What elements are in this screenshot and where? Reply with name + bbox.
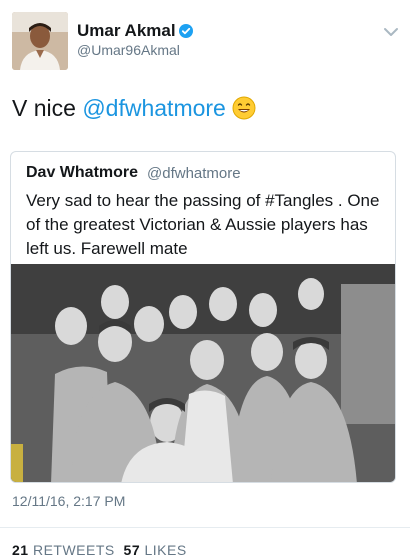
avatar-image <box>12 12 68 70</box>
quoted-tweet-text: Very sad to hear the passing of #Tangles… <box>26 191 380 258</box>
verified-badge-icon <box>179 24 193 38</box>
likes-label[interactable]: LIKES <box>145 542 187 558</box>
team-photo-image[interactable] <box>11 264 395 483</box>
author-avatar[interactable] <box>12 12 68 70</box>
tweet-text-prefix: V nice <box>12 95 83 121</box>
tweet-text: V nice @dfwhatmore <box>12 95 256 122</box>
author-name[interactable]: Umar Akmal <box>77 21 176 41</box>
tweet-stats: 21 RETWEETS 57 LIKES <box>12 542 187 558</box>
author-handle[interactable]: @Umar96Akmal <box>77 42 180 58</box>
likes-count[interactable]: 57 <box>124 542 141 558</box>
quoted-author-name[interactable]: Dav Whatmore <box>26 164 138 182</box>
retweets-count[interactable]: 21 <box>12 542 29 558</box>
chevron-down-icon[interactable] <box>382 26 400 38</box>
mention-link[interactable]: @dfwhatmore <box>82 95 226 121</box>
quoted-tweet-card[interactable]: Dav Whatmore @dfwhatmore Very sad to hea… <box>10 151 396 483</box>
smiling-face-emoji-icon <box>232 96 256 120</box>
tweet-timestamp[interactable]: 12/11/16, 2:17 PM <box>12 493 125 509</box>
divider <box>0 527 410 528</box>
quoted-author-handle[interactable]: @dfwhatmore <box>147 165 241 182</box>
retweets-label[interactable]: RETWEETS <box>33 542 115 558</box>
